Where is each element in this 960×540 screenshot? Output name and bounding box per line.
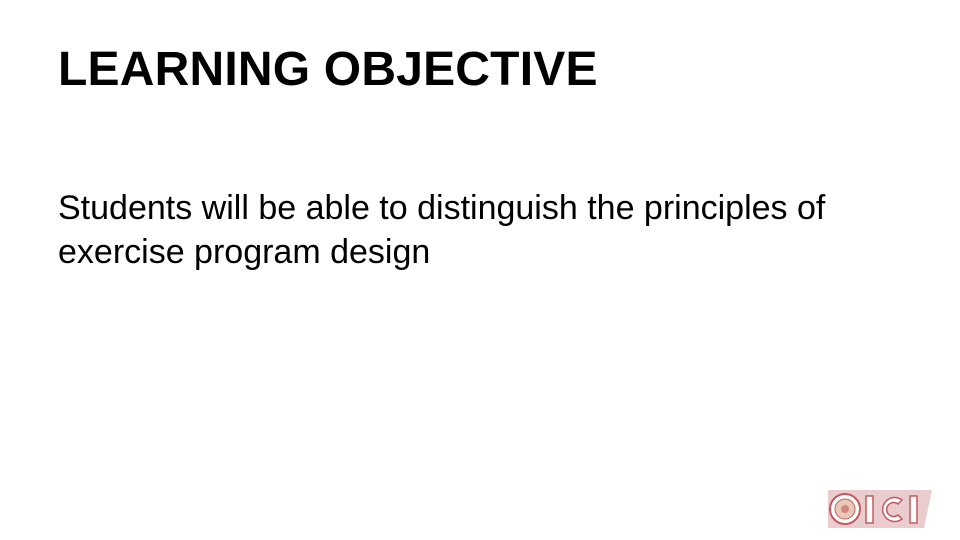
slide: LEARNING OBJECTIVE Students will be able… bbox=[0, 0, 960, 540]
slide-body-text: Students will be able to distinguish the… bbox=[58, 189, 826, 271]
slide-title: LEARNING OBJECTIVE bbox=[58, 43, 598, 96]
ici-logo bbox=[828, 490, 932, 528]
